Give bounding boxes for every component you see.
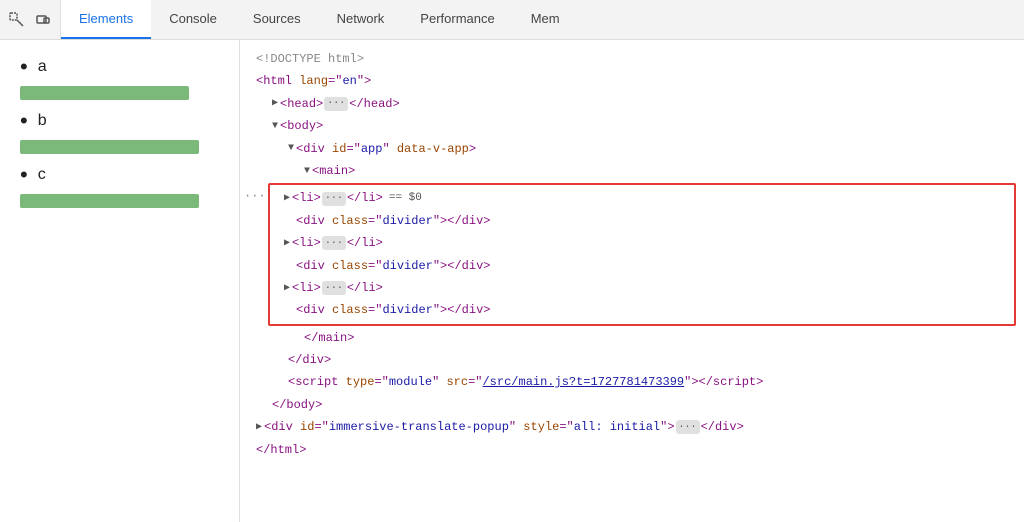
dom-divider-3: <div class="divider"></div> bbox=[276, 299, 1008, 321]
dom-html-open[interactable]: <html lang="en"> bbox=[240, 70, 1024, 92]
box-model-icon[interactable] bbox=[34, 11, 52, 29]
ellipsis-li2[interactable]: ··· bbox=[322, 236, 346, 250]
list-item-b: • b bbox=[20, 110, 219, 132]
dom-script: <script type="module" src="/src/main.js?… bbox=[240, 371, 1024, 393]
bullet-c: • bbox=[20, 164, 28, 186]
red-section-wrapper: ··· ▶ <li> ··· </li> == $0 <div class="d… bbox=[240, 182, 1024, 326]
dom-divider-1: <div class="divider"></div> bbox=[276, 210, 1008, 232]
tab-performance[interactable]: Performance bbox=[402, 0, 512, 39]
main-area: • a • b • c <!DOCTYPE html> <html lang="… bbox=[0, 40, 1024, 522]
bar-b bbox=[20, 140, 199, 154]
ellipsis-head[interactable]: ··· bbox=[324, 97, 348, 111]
dom-immersive-div[interactable]: ▶ <div id="immersive-translate-popup" st… bbox=[240, 416, 1024, 438]
dom-doctype: <!DOCTYPE html> bbox=[240, 48, 1024, 70]
dom-body-open[interactable]: ▼ <body> bbox=[240, 115, 1024, 137]
tab-console[interactable]: Console bbox=[151, 0, 235, 39]
dots-indicator: ··· bbox=[240, 182, 268, 206]
dom-html-close: </html> bbox=[240, 439, 1024, 461]
dom-head[interactable]: ▶ <head> ··· </head> bbox=[240, 93, 1024, 115]
dom-li-2[interactable]: ▶ <li> ··· </li> bbox=[276, 232, 1008, 254]
dom-body-close: </body> bbox=[240, 394, 1024, 416]
list-item-c: • c bbox=[20, 164, 219, 186]
preview-pane: • a • b • c bbox=[0, 40, 240, 522]
label-a: a bbox=[38, 58, 47, 76]
toolbar-icons bbox=[0, 0, 61, 39]
dom-div-close: </div> bbox=[240, 349, 1024, 371]
tab-sources[interactable]: Sources bbox=[235, 0, 319, 39]
ellipsis-li3[interactable]: ··· bbox=[322, 281, 346, 295]
list-item-a: • a bbox=[20, 56, 219, 78]
dom-li-1[interactable]: ▶ <li> ··· </li> == $0 bbox=[276, 187, 1008, 209]
red-outline-box: ▶ <li> ··· </li> == $0 <div class="divid… bbox=[268, 183, 1016, 325]
bar-c bbox=[20, 194, 199, 208]
bullet-b: • bbox=[20, 110, 28, 132]
bar-a bbox=[20, 86, 189, 100]
label-c: c bbox=[38, 166, 46, 184]
dom-main-open[interactable]: ▼ <main> bbox=[240, 160, 1024, 182]
toolbar-tabs: Elements Console Sources Network Perform… bbox=[61, 0, 1024, 39]
ellipsis-immersive[interactable]: ··· bbox=[676, 420, 700, 434]
tab-network[interactable]: Network bbox=[319, 0, 403, 39]
tab-elements[interactable]: Elements bbox=[61, 0, 151, 39]
dom-li-3[interactable]: ▶ <li> ··· </li> bbox=[276, 277, 1008, 299]
script-src-link[interactable]: /src/main.js?t=1727781473399 bbox=[482, 372, 684, 392]
label-b: b bbox=[38, 112, 47, 130]
elements-panel[interactable]: <!DOCTYPE html> <html lang="en"> ▶ <head… bbox=[240, 40, 1024, 522]
dom-main-close: </main> bbox=[240, 327, 1024, 349]
bullet-a: • bbox=[20, 56, 28, 78]
dom-divider-2: <div class="divider"></div> bbox=[276, 255, 1008, 277]
ellipsis-li1[interactable]: ··· bbox=[322, 192, 346, 206]
cursor-select-icon[interactable] bbox=[8, 11, 26, 29]
devtools-toolbar: Elements Console Sources Network Perform… bbox=[0, 0, 1024, 40]
tab-more[interactable]: Mem bbox=[513, 0, 578, 39]
dom-div-app[interactable]: ▼ <div id="app" data-v-app > bbox=[240, 138, 1024, 160]
